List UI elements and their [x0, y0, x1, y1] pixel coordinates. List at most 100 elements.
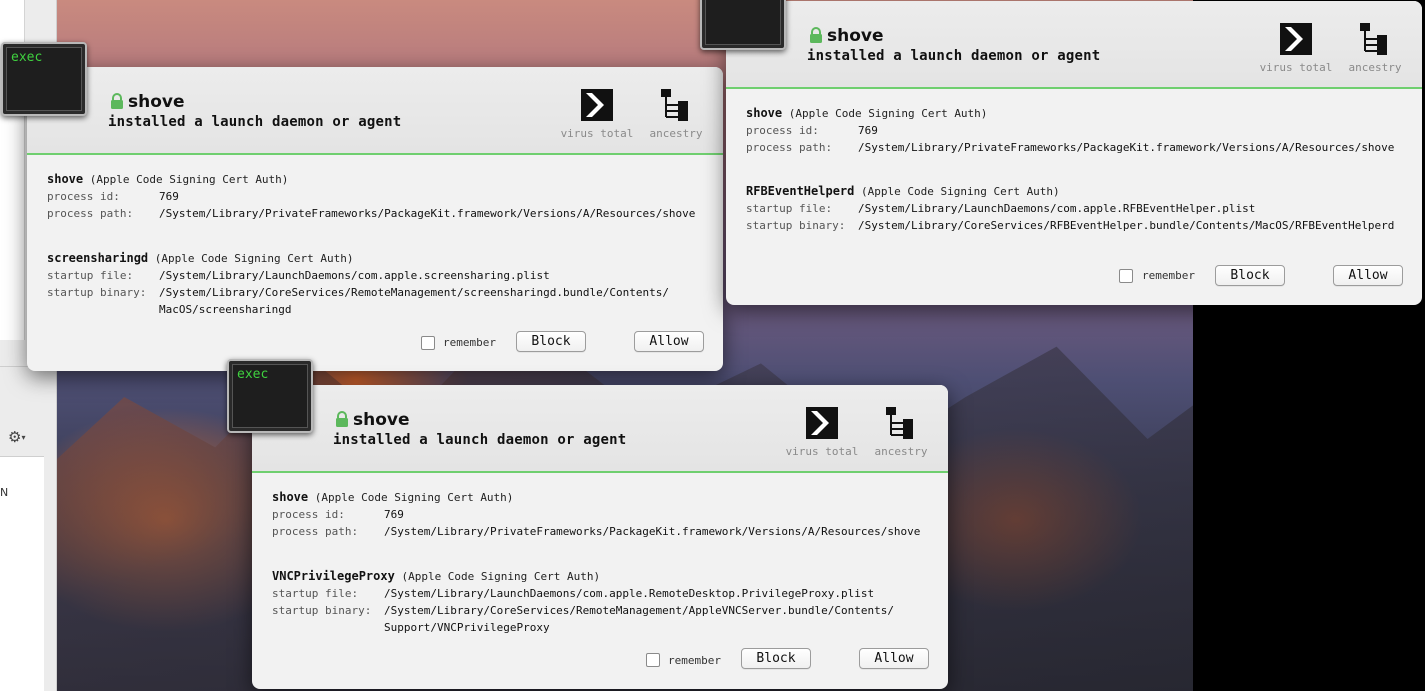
process-path-label: process path:	[47, 207, 134, 220]
virus-total-icon	[1280, 23, 1312, 55]
process-id-value: 769	[159, 190, 179, 203]
ancestry-label: ancestry	[1348, 61, 1402, 74]
alert-window-2: shove installed a launch daemon or agent…	[726, 1, 1422, 305]
desktop-black-area	[1193, 305, 1425, 691]
virus-total-button[interactable]: virus total	[1256, 21, 1336, 74]
process-heading: shove (Apple Code Signing Cert Auth)	[746, 105, 1412, 122]
process-name-title: shove	[827, 26, 884, 46]
process-path-label: process path:	[272, 525, 359, 538]
process-id-label: process id:	[272, 508, 345, 521]
process-path-value: /System/Library/PrivateFrameworks/Packag…	[858, 141, 1395, 154]
startup-binary-value: /System/Library/CoreServices/RemoteManag…	[159, 286, 669, 299]
process-id-row: process id: 769	[47, 188, 713, 205]
process-name: shove	[272, 490, 309, 504]
process-id-label: process id:	[746, 124, 819, 137]
startup-file-label: startup file:	[272, 587, 359, 600]
block-button[interactable]: Block	[516, 331, 586, 352]
virus-total-icon	[581, 89, 613, 121]
startup-binary-row: startup binary: /System/Library/CoreServi…	[47, 284, 713, 301]
startup-binary-value: /System/Library/CoreServices/RemoteManag…	[384, 604, 894, 617]
alert-details: shove (Apple Code Signing Cert Auth) pro…	[746, 105, 1412, 234]
remember-checkbox[interactable]	[1119, 269, 1133, 283]
process-signer: (Apple Code Signing Cert Auth)	[314, 491, 514, 504]
lock-icon	[336, 411, 348, 427]
remember-label: remember	[668, 654, 721, 667]
block-button[interactable]: Block	[1215, 265, 1285, 286]
allow-button[interactable]: Allow	[859, 648, 929, 669]
startup-file-row: startup file: /System/Library/LaunchDaemo…	[746, 200, 1412, 217]
allow-button[interactable]: Allow	[634, 331, 704, 352]
lock-icon	[810, 27, 822, 43]
process-name: shove	[47, 172, 84, 186]
ancestry-button[interactable]: ancestry	[861, 405, 941, 458]
exec-label: exec	[11, 50, 43, 65]
ancestry-button[interactable]: ancestry	[1335, 21, 1415, 74]
virus-total-icon	[806, 407, 838, 439]
startup-binary-row: startup binary: /System/Library/CoreServi…	[272, 602, 938, 619]
startup-binary-value: /System/Library/CoreServices/RFBEventHel…	[858, 219, 1395, 232]
remember-label: remember	[443, 336, 496, 349]
lock-icon	[111, 93, 123, 109]
process-name: shove	[746, 106, 783, 120]
startup-file-row: startup file: /System/Library/LaunchDaemo…	[47, 267, 713, 284]
startup-binary-value-cont: Support/VNCPrivilegeProxy	[384, 621, 550, 634]
process-heading: shove (Apple Code Signing Cert Auth)	[272, 489, 938, 506]
virus-total-button[interactable]: virus total	[557, 87, 637, 140]
alert-header: shove installed a launch daemon or agent…	[726, 1, 1422, 89]
startup-binary-value-cont: MacOS/screensharingd	[159, 303, 292, 316]
process-path-row: process path: /System/Library/PrivateFram…	[47, 205, 713, 222]
process-heading: shove (Apple Code Signing Cert Auth)	[47, 171, 713, 188]
alert-headline: installed a launch daemon or agent	[333, 432, 627, 448]
item-heading: screensharingd (Apple Code Signing Cert …	[47, 250, 713, 267]
ancestry-button[interactable]: ancestry	[636, 87, 716, 140]
virus-total-label: virus total	[1259, 61, 1333, 74]
item-heading: RFBEventHelperd (Apple Code Signing Cert…	[746, 183, 1412, 200]
startup-file-row: startup file: /System/Library/LaunchDaemo…	[272, 585, 938, 602]
gear-icon[interactable]: ⚙▾	[8, 428, 25, 446]
ancestry-label: ancestry	[874, 445, 928, 458]
startup-binary-continued: MacOS/screensharingd	[47, 301, 713, 318]
process-signer: (Apple Code Signing Cert Auth)	[89, 173, 289, 186]
block-button[interactable]: Block	[741, 648, 811, 669]
item-name: screensharingd	[47, 251, 149, 265]
item-heading: VNCPrivilegeProxy (Apple Code Signing Ce…	[272, 568, 938, 585]
ancestry-tree-icon	[661, 89, 688, 121]
process-path-value: /System/Library/PrivateFrameworks/Packag…	[159, 207, 696, 220]
background-text: N	[0, 486, 9, 499]
virus-total-label: virus total	[560, 127, 634, 140]
startup-file-value: /System/Library/LaunchDaemons/com.apple.…	[858, 202, 1256, 215]
terminal-screen	[705, 0, 781, 45]
process-id-label: process id:	[47, 190, 120, 203]
alert-headline: installed a launch daemon or agent	[108, 114, 402, 130]
startup-binary-continued: Support/VNCPrivilegeProxy	[272, 619, 938, 636]
process-name-title: shove	[128, 92, 185, 112]
remember-checkbox[interactable]	[421, 336, 435, 350]
remember-checkbox[interactable]	[646, 653, 660, 667]
process-id-row: process id: 769	[272, 506, 938, 523]
process-path-row: process path: /System/Library/PrivateFram…	[272, 523, 938, 540]
item-signer: (Apple Code Signing Cert Auth)	[861, 185, 1060, 198]
process-path-value: /System/Library/PrivateFrameworks/Packag…	[384, 525, 921, 538]
item-signer: (Apple Code Signing Cert Auth)	[401, 570, 601, 583]
alert-details: shove (Apple Code Signing Cert Auth) pro…	[272, 489, 938, 636]
startup-file-value: /System/Library/LaunchDaemons/com.apple.…	[384, 587, 875, 600]
virus-total-button[interactable]: virus total	[782, 405, 862, 458]
alert-window-3: shove installed a launch daemon or agent…	[252, 385, 948, 689]
exec-terminal-icon: exec	[1, 42, 87, 116]
startup-binary-label: startup binary:	[272, 604, 372, 617]
startup-file-label: startup file:	[47, 269, 134, 282]
startup-binary-label: startup binary:	[746, 219, 846, 232]
alert-header: shove installed a launch daemon or agent…	[252, 385, 948, 473]
process-name-title: shove	[353, 410, 410, 430]
allow-button[interactable]: Allow	[1333, 265, 1403, 286]
alert-details: shove (Apple Code Signing Cert Auth) pro…	[47, 171, 713, 318]
item-name: VNCPrivilegeProxy	[272, 569, 395, 583]
process-signer: (Apple Code Signing Cert Auth)	[788, 107, 988, 120]
process-id-row: process id: 769	[746, 122, 1412, 139]
item-name: RFBEventHelperd	[746, 184, 855, 198]
alert-header: shove installed a launch daemon or agent…	[27, 67, 723, 155]
alert-headline: installed a launch daemon or agent	[807, 48, 1101, 64]
item-signer: (Apple Code Signing Cert Auth)	[154, 252, 354, 265]
startup-file-label: startup file:	[746, 202, 833, 215]
process-path-row: process path: /System/Library/PrivateFram…	[746, 139, 1412, 156]
